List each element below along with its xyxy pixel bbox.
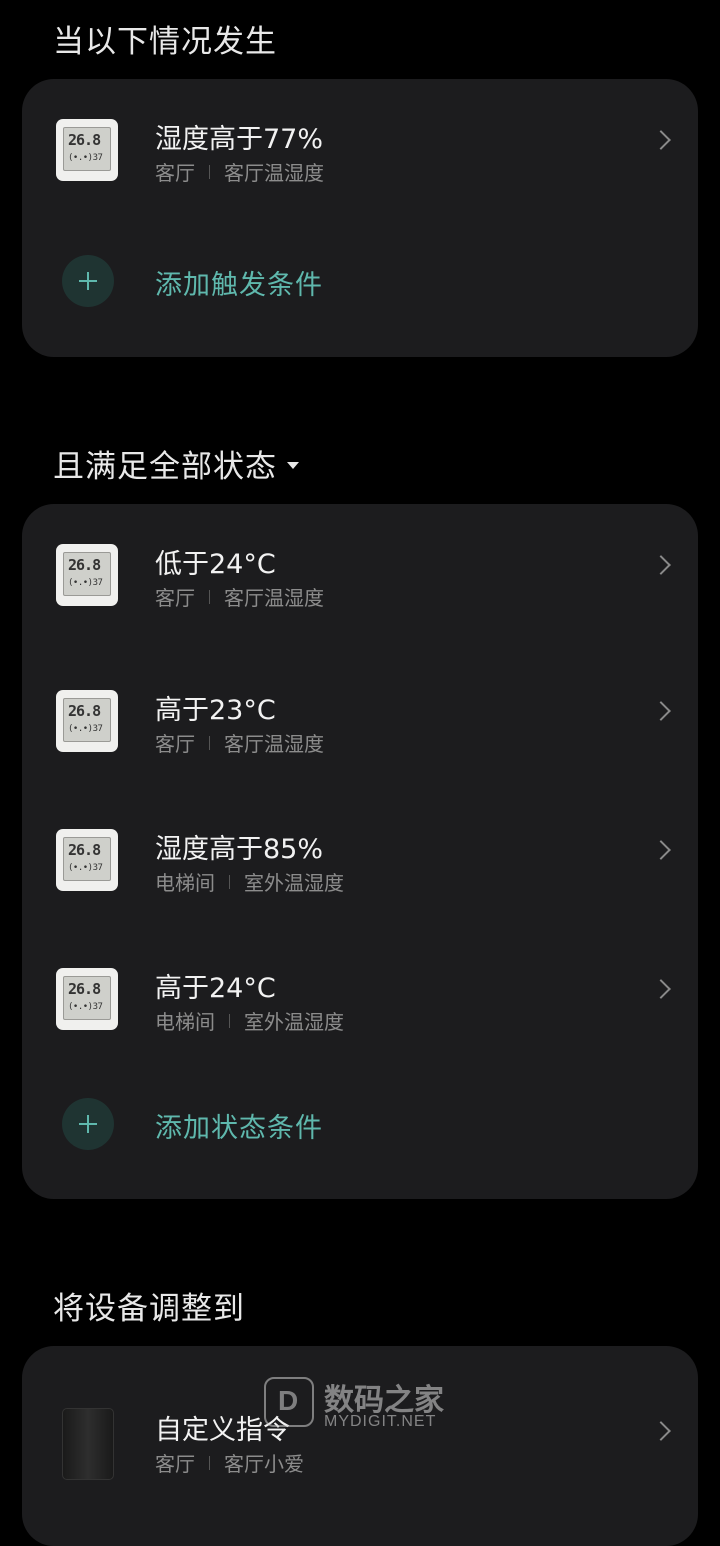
state-item[interactable]: 26.8 (•.•)37 湿度高于85% 电梯间 室外温湿度	[22, 805, 698, 915]
divider	[209, 1455, 210, 1470]
thermometer-hygrometer-icon: 26.8 (•.•)37	[56, 968, 118, 1030]
state-item-subtitle: 客厅 客厅温湿度	[155, 728, 324, 757]
trigger-item-subtitle: 客厅 客厅温湿度	[155, 157, 324, 186]
sensor-screen: 26.8 (•.•)37	[63, 552, 111, 596]
state-item-device: 客厅温湿度	[224, 586, 324, 610]
thermometer-hygrometer-icon: 26.8 (•.•)37	[56, 829, 118, 891]
divider	[209, 735, 210, 750]
action-section-title-text: 将设备调整到	[53, 1291, 245, 1327]
state-item-room: 客厅	[155, 586, 195, 610]
sensor-screen-humidity: (•.•)37	[68, 863, 103, 873]
sensor-screen-humidity: (•.•)37	[68, 578, 103, 588]
state-item-device: 室外温湿度	[244, 1010, 344, 1034]
chevron-right-icon	[651, 979, 671, 999]
chevron-right-icon	[651, 1421, 671, 1441]
chevron-right-icon	[651, 840, 671, 860]
trigger-item-title: 湿度高于77%	[155, 124, 324, 155]
sensor-screen: 26.8 (•.•)37	[63, 698, 111, 742]
state-item[interactable]: 26.8 (•.•)37 高于24°C 电梯间 室外温湿度	[22, 944, 698, 1054]
caret-down-icon	[287, 462, 299, 469]
trigger-item[interactable]: 26.8 (•.•)37 湿度高于77% 客厅 客厅温湿度	[22, 95, 698, 205]
sensor-screen-reading: 26.8	[68, 556, 101, 574]
divider	[209, 589, 210, 604]
chevron-right-icon	[651, 555, 671, 575]
sensor-screen-humidity: (•.•)37	[68, 724, 103, 734]
plus-icon	[62, 255, 114, 307]
trigger-item-device: 客厅温湿度	[224, 161, 324, 185]
chevron-right-icon	[651, 701, 671, 721]
state-item-title: 湿度高于85%	[155, 834, 324, 865]
state-item-device: 室外温湿度	[244, 871, 344, 895]
chevron-right-icon	[651, 130, 671, 150]
state-item-subtitle: 客厅 客厅温湿度	[155, 582, 324, 611]
add-state-button[interactable]: 添加状态条件	[22, 1094, 698, 1154]
trigger-section-title-text: 当以下情况发生	[53, 24, 277, 60]
action-card: 自定义指令 客厅 客厅小爱	[22, 1346, 698, 1546]
state-item-subtitle: 电梯间 室外温湿度	[155, 1006, 344, 1035]
plus-icon	[62, 1098, 114, 1150]
sensor-screen-humidity: (•.•)37	[68, 1002, 103, 1012]
sensor-screen-humidity: (•.•)37	[68, 153, 103, 163]
trigger-section-title: 当以下情况发生	[53, 16, 277, 61]
sensor-screen-reading: 26.8	[68, 841, 101, 859]
state-item-room: 电梯间	[155, 1010, 215, 1034]
state-section-title-text: 且满足全部状态	[53, 449, 277, 485]
sensor-screen: 26.8 (•.•)37	[63, 127, 111, 171]
sensor-screen-reading: 26.8	[68, 131, 101, 149]
thermometer-hygrometer-icon: 26.8 (•.•)37	[56, 544, 118, 606]
trigger-item-room: 客厅	[155, 161, 195, 185]
state-item[interactable]: 26.8 (•.•)37 低于24°C 客厅 客厅温湿度	[22, 520, 698, 630]
add-trigger-button[interactable]: 添加触发条件	[22, 251, 698, 311]
thermometer-hygrometer-icon: 26.8 (•.•)37	[56, 690, 118, 752]
thermometer-hygrometer-icon: 26.8 (•.•)37	[56, 119, 118, 181]
divider	[209, 164, 210, 179]
state-card: 26.8 (•.•)37 低于24°C 客厅 客厅温湿度 26.8 (•.•)3…	[22, 504, 698, 1199]
state-item[interactable]: 26.8 (•.•)37 高于23°C 客厅 客厅温湿度	[22, 666, 698, 776]
action-item-device: 客厅小爱	[224, 1452, 304, 1476]
state-item-device: 客厅温湿度	[224, 732, 324, 756]
sensor-screen: 26.8 (•.•)37	[63, 976, 111, 1020]
state-section-title[interactable]: 且满足全部状态	[53, 441, 299, 486]
action-section-title: 将设备调整到	[53, 1283, 245, 1328]
state-item-title: 高于23°C	[155, 695, 276, 726]
add-trigger-label: 添加触发条件	[155, 270, 323, 301]
action-item[interactable]: 自定义指令 客厅 客厅小爱	[22, 1386, 698, 1496]
action-item-room: 客厅	[155, 1452, 195, 1476]
add-state-label: 添加状态条件	[155, 1113, 323, 1144]
sensor-screen-reading: 26.8	[68, 980, 101, 998]
smart-speaker-icon	[62, 1408, 114, 1480]
state-item-title: 高于24°C	[155, 973, 276, 1004]
divider	[229, 1013, 230, 1028]
action-item-title: 自定义指令	[155, 1415, 290, 1446]
divider	[229, 874, 230, 889]
sensor-screen-reading: 26.8	[68, 702, 101, 720]
state-item-title: 低于24°C	[155, 549, 276, 580]
action-item-subtitle: 客厅 客厅小爱	[155, 1448, 304, 1477]
state-item-room: 电梯间	[155, 871, 215, 895]
state-item-subtitle: 电梯间 室外温湿度	[155, 867, 344, 896]
trigger-card: 26.8 (•.•)37 湿度高于77% 客厅 客厅温湿度 添加触发条件	[22, 79, 698, 357]
sensor-screen: 26.8 (•.•)37	[63, 837, 111, 881]
state-item-room: 客厅	[155, 732, 195, 756]
